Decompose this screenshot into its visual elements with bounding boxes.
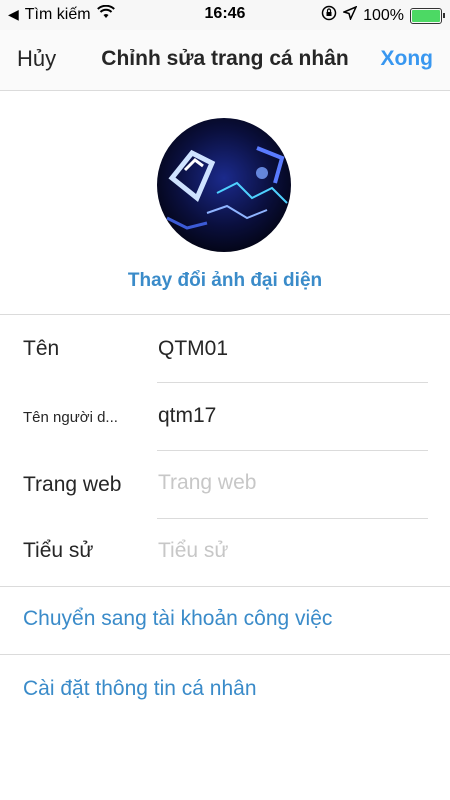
divider	[0, 586, 450, 587]
username-label: Tên người d...	[23, 409, 118, 426]
battery-fill	[412, 9, 440, 22]
location-icon	[341, 5, 358, 25]
switch-to-business-account-link[interactable]: Chuyển sang tài khoản công việc	[23, 607, 332, 631]
bio-field[interactable]: Tiểu sử	[158, 539, 228, 563]
orientation-lock-icon	[321, 5, 337, 26]
field-divider	[157, 518, 428, 519]
website-field[interactable]: Trang web	[158, 471, 256, 495]
change-profile-photo-link[interactable]: Thay đổi ảnh đại diện	[0, 270, 450, 292]
field-divider	[157, 382, 428, 383]
battery-tip	[443, 12, 445, 18]
divider	[0, 654, 450, 655]
name-field[interactable]: QTM01	[158, 337, 228, 361]
avatar[interactable]	[157, 118, 291, 252]
battery-percent: 100%	[363, 6, 404, 24]
avatar-image	[157, 118, 291, 252]
website-label: Trang web	[23, 473, 122, 496]
status-right: 100%	[321, 5, 445, 26]
personal-information-settings-link[interactable]: Cài đặt thông tin cá nhân	[23, 677, 257, 701]
battery-icon	[410, 7, 445, 24]
name-label: Tên	[23, 337, 60, 360]
bio-label: Tiểu sử	[23, 539, 94, 562]
divider	[0, 314, 450, 315]
done-button[interactable]: Xong	[381, 47, 434, 71]
nav-bar: Hủy Chỉnh sửa trang cá nhân Xong	[0, 30, 450, 91]
username-field[interactable]: qtm17	[158, 404, 216, 428]
status-bar: ◀ Tìm kiếm 16:46 100%	[0, 0, 450, 30]
field-divider	[157, 450, 428, 451]
